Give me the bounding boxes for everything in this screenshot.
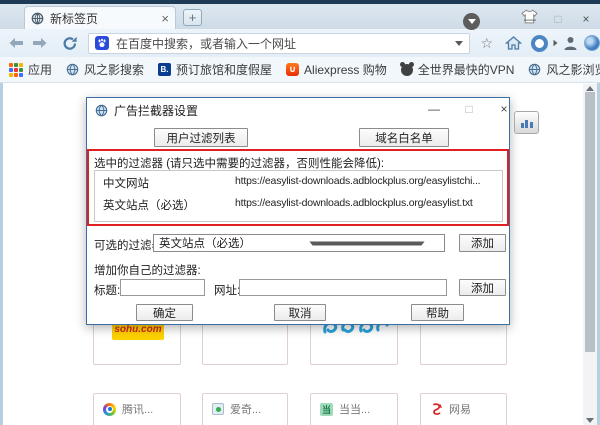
bookmark-homepage[interactable]: 风之影浏览器主页	[528, 61, 600, 78]
window-left-edge	[0, 83, 3, 425]
chevron-down-icon	[467, 19, 476, 24]
aliexpress-icon: ∪	[286, 63, 300, 76]
bars-icon	[520, 123, 524, 128]
filter-url: https://easylist-downloads.adblockplus.o…	[235, 197, 473, 209]
bookmark-star-icon[interactable]: ☆	[480, 36, 493, 50]
filter-url: https://easylist-downloads.adblockplus.o…	[235, 175, 481, 187]
forward-button[interactable]	[32, 37, 48, 49]
speed-dial-tile-netease[interactable]: 网易	[420, 393, 507, 425]
settings-gear-icon[interactable]	[584, 35, 600, 51]
tencent-icon	[103, 402, 116, 416]
add-optional-filter-button[interactable]: 添加	[459, 234, 506, 252]
window-controls: — □ ×	[516, 8, 600, 30]
baidu-search-icon	[95, 36, 109, 50]
filter-name: 英文站点（必选）	[103, 200, 195, 212]
speed-dial-tile-iqiyi[interactable]: 爱奇...	[202, 393, 288, 425]
bookmark-label: 应用	[28, 63, 53, 77]
address-dropdown-icon[interactable]	[455, 40, 464, 46]
address-bar[interactable]: 在百度中搜索，或者输入一个网址	[88, 32, 471, 54]
apps-grid-icon	[9, 62, 23, 77]
window-maximize-button[interactable]: □	[544, 12, 572, 26]
bookmark-label: Aliexpress 购物	[304, 63, 387, 77]
vpn-bear-icon	[399, 62, 414, 76]
selected-filters-label: 选中的过滤器 (请只选中需要的过滤器，否则性能会降低):	[94, 158, 385, 170]
url-input[interactable]	[239, 279, 447, 296]
speed-dial-tile-dangdang[interactable]: 当当当...	[310, 393, 398, 425]
tab-close-icon[interactable]: ×	[161, 12, 169, 25]
globe-favicon-icon	[31, 12, 44, 24]
cancel-button[interactable]: 取消	[274, 304, 326, 321]
scroll-down-icon[interactable]	[586, 418, 594, 423]
title-field-label: 标题:	[94, 285, 121, 297]
netease-icon	[433, 402, 442, 415]
adblock-ring-icon[interactable]	[531, 34, 548, 52]
tile-label: 爱奇...	[230, 404, 262, 416]
page-scrollbar[interactable]	[583, 84, 597, 425]
toolbar-toggle-button[interactable]	[463, 13, 480, 30]
optional-filter-selected-value: 英文站点（必选）	[159, 238, 251, 250]
filter-name: 中文网站	[103, 178, 149, 190]
navigation-toolbar: 在百度中搜索，或者输入一个网址 ☆	[0, 29, 600, 57]
speed-dial-tile-tencent[interactable]: 腾讯...	[93, 393, 181, 425]
tab-title: 新标签页	[50, 11, 99, 26]
add-custom-filter-button[interactable]: 添加	[459, 279, 506, 296]
adblocker-settings-dialog: 广告拦截器设置 — □ × 用户过滤列表 域名白名单 选中的过滤器 (请只选中需…	[86, 97, 510, 325]
filter-row[interactable]: 英文站点（必选） https://easylist-downloads.adbl…	[95, 193, 502, 215]
dialog-maximize-button[interactable]: □	[461, 102, 477, 116]
domain-whitelist-button[interactable]: 域名白名单	[359, 128, 449, 147]
dialog-titlebar[interactable]: 广告拦截器设置 — □ ×	[87, 98, 509, 122]
tab-new-tab-page[interactable]: 新标签页 ×	[24, 6, 176, 29]
user-profile-icon[interactable]	[562, 35, 579, 51]
booking-icon: B.	[158, 63, 172, 76]
filter-row[interactable]: 中文网站 https://easylist-downloads.adblockp…	[95, 171, 502, 193]
window-close-button[interactable]: ×	[572, 12, 600, 26]
tile-label: 网易	[449, 404, 471, 416]
bookmark-aliexpress[interactable]: ∪ Aliexpress 购物	[286, 61, 387, 78]
title-input[interactable]	[120, 279, 205, 296]
bookmarks-bar: 应用 风之影搜索 B. 预订旅馆和度假屋 ∪ Aliexpress 购物 全世界…	[0, 57, 600, 83]
tile-label: 腾讯...	[122, 404, 154, 416]
dialog-minimize-button[interactable]: —	[426, 102, 442, 116]
selected-filters-listbox[interactable]: 中文网站 https://easylist-downloads.adblockp…	[94, 170, 503, 222]
user-filter-list-button[interactable]: 用户过滤列表	[154, 128, 248, 147]
bookmark-label: 风之影浏览器主页	[546, 63, 600, 77]
home-button[interactable]	[505, 35, 522, 51]
bookmark-booking[interactable]: B. 预订旅馆和度假屋	[158, 61, 272, 78]
dangdang-icon: 当	[320, 402, 333, 416]
optional-filter-select[interactable]: 英文站点（必选）	[153, 234, 445, 252]
iqiyi-icon	[212, 403, 224, 415]
bookmark-apps[interactable]: 应用	[9, 61, 52, 78]
custom-filter-label: 增加你自己的过滤器:	[94, 265, 201, 277]
dialog-title: 广告拦截器设置	[114, 103, 199, 118]
bookmark-label: 全世界最快的VPN	[417, 63, 515, 77]
browser-window: 新标签页 × + — □ × 在百度中搜索，或者输入一个网址 ☆ 应用 风之影搜…	[0, 0, 600, 425]
bookmark-label: 预订旅馆和度假屋	[176, 63, 273, 77]
bars-icon	[529, 122, 533, 128]
dialog-globe-icon	[95, 104, 108, 116]
bars-icon	[525, 120, 528, 128]
back-button[interactable]	[8, 37, 24, 49]
url-field-label: 网址:	[214, 285, 241, 297]
window-minimize-button[interactable]: —	[516, 12, 544, 26]
bookmark-label: 风之影搜索	[84, 63, 145, 77]
refresh-button[interactable]	[62, 36, 78, 51]
tile-label: 当当...	[339, 404, 371, 416]
ok-button[interactable]: 确定	[136, 304, 193, 321]
bookmark-search[interactable]: 风之影搜索	[66, 61, 144, 78]
expand-icons-arrow[interactable]	[553, 39, 558, 47]
new-tab-button[interactable]: +	[183, 9, 202, 26]
combo-caret-icon	[309, 241, 425, 245]
scrollbar-thumb[interactable]	[585, 92, 595, 352]
globe-icon	[529, 63, 541, 76]
globe-icon	[66, 63, 79, 76]
sidebar-float-button[interactable]	[514, 111, 539, 134]
address-bar-text: 在百度中搜索，或者输入一个网址	[116, 36, 297, 51]
help-button[interactable]: 帮助	[411, 304, 464, 321]
scroll-up-icon[interactable]	[586, 86, 594, 91]
bookmark-vpn[interactable]: 全世界最快的VPN	[399, 61, 515, 78]
tab-bar: 新标签页 × + — □ ×	[0, 4, 600, 29]
dialog-close-button[interactable]: ×	[496, 102, 512, 116]
